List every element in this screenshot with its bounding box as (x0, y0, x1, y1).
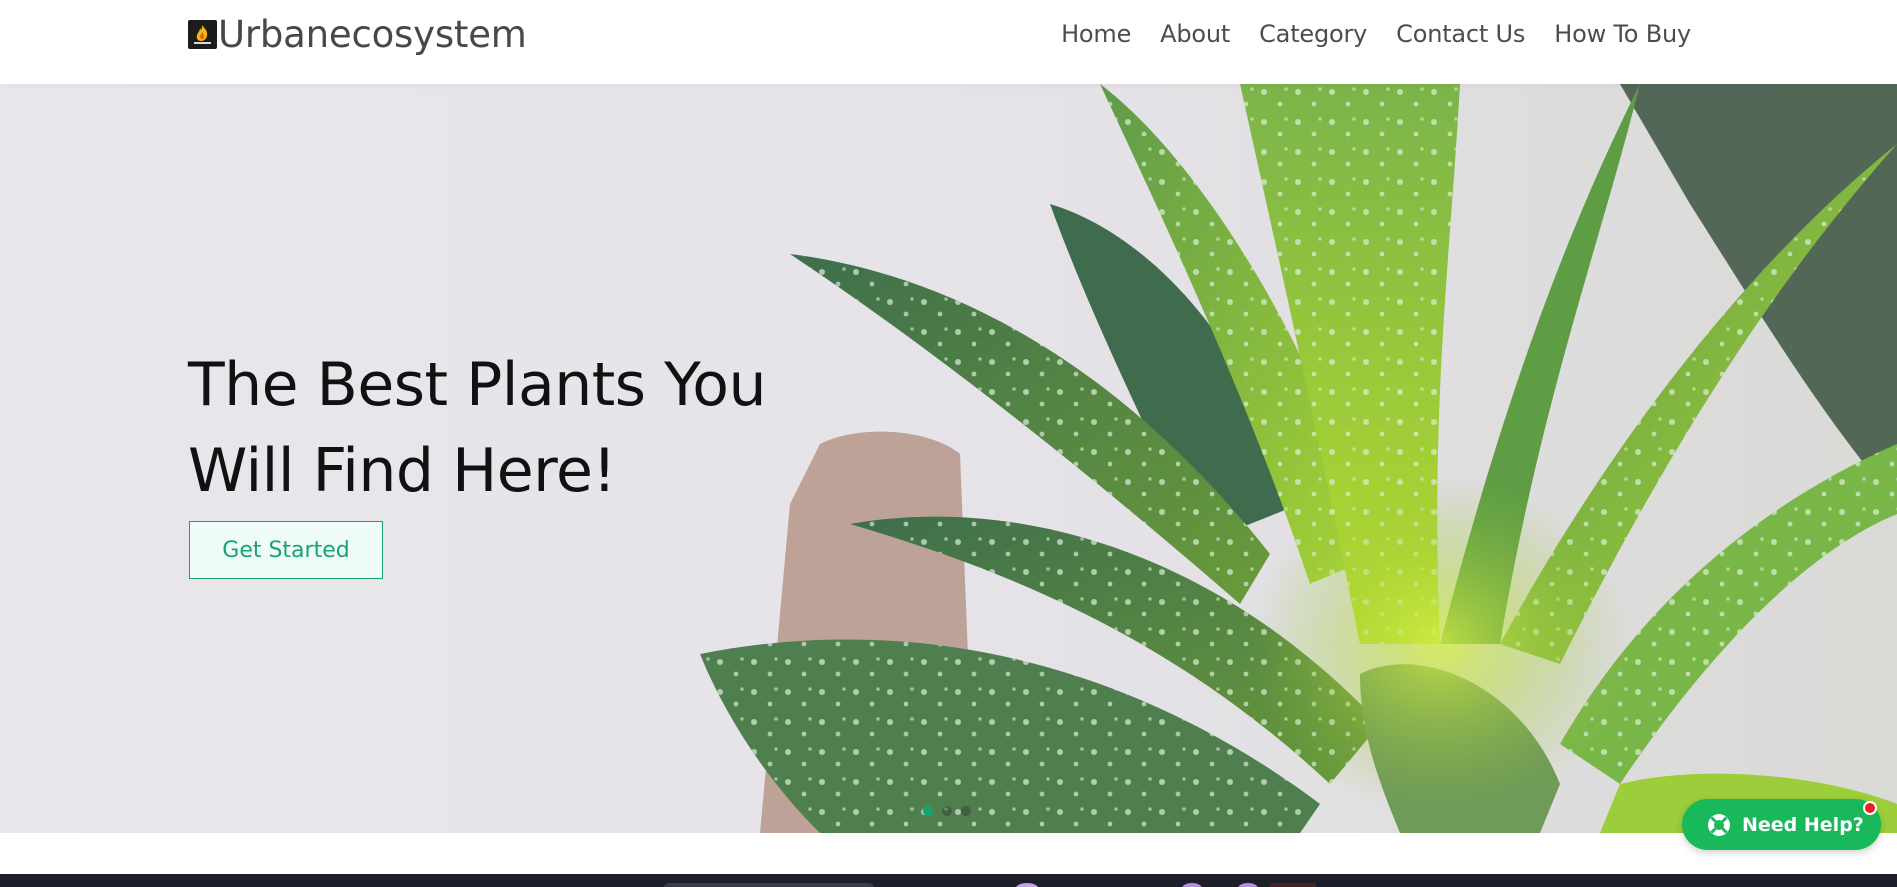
get-started-button[interactable]: Get Started (189, 521, 383, 579)
top-navbar: Urbanecosystem Home About Category Conta… (0, 0, 1897, 84)
carousel-dot-1[interactable] (923, 806, 933, 816)
nav-item-contact: Contact Us (1396, 20, 1525, 48)
strip-thumbnail (1270, 883, 1316, 887)
nav-item-category: Category (1259, 20, 1367, 48)
strip-avatar-1 (1016, 883, 1038, 887)
nav-item-about: About (1160, 20, 1230, 48)
carousel-dot-3[interactable] (961, 806, 971, 816)
hero-carousel: The Best Plants You Will Find Here! Get … (0, 84, 1897, 833)
nav-link-how-to-buy[interactable]: How To Buy (1554, 20, 1691, 48)
strip-avatar-3 (1238, 883, 1258, 887)
need-help-label: Need Help? (1742, 813, 1864, 836)
need-help-button[interactable]: Need Help? (1682, 799, 1881, 850)
nav-link-category[interactable]: Category (1259, 20, 1367, 48)
main-nav: Home About Category Contact Us How To Bu… (1032, 14, 1691, 54)
hero-title-line-2: Will Find Here! (188, 436, 616, 506)
nav-link-home[interactable]: Home (1061, 20, 1131, 48)
notification-dot (1863, 801, 1877, 815)
strip-search-bar (664, 883, 874, 887)
strip-avatar-2 (1182, 883, 1202, 887)
next-section-strip (0, 874, 1897, 887)
nav-item-home: Home (1061, 20, 1131, 48)
brand-link[interactable]: Urbanecosystem (188, 12, 527, 56)
nav-link-about[interactable]: About (1160, 20, 1230, 48)
flame-logo-icon (188, 19, 217, 49)
brand-name: Urbanecosystem (218, 12, 527, 56)
hero-title-line-1: The Best Plants You (188, 350, 767, 420)
carousel-dot-2[interactable] (942, 806, 952, 816)
nav-link-contact-us[interactable]: Contact Us (1396, 20, 1525, 48)
carousel-indicators (923, 806, 971, 816)
nav-item-how-to-buy: How To Buy (1554, 20, 1691, 48)
lifebuoy-icon (1706, 812, 1732, 838)
hero-title: The Best Plants You Will Find Here! (188, 342, 828, 514)
